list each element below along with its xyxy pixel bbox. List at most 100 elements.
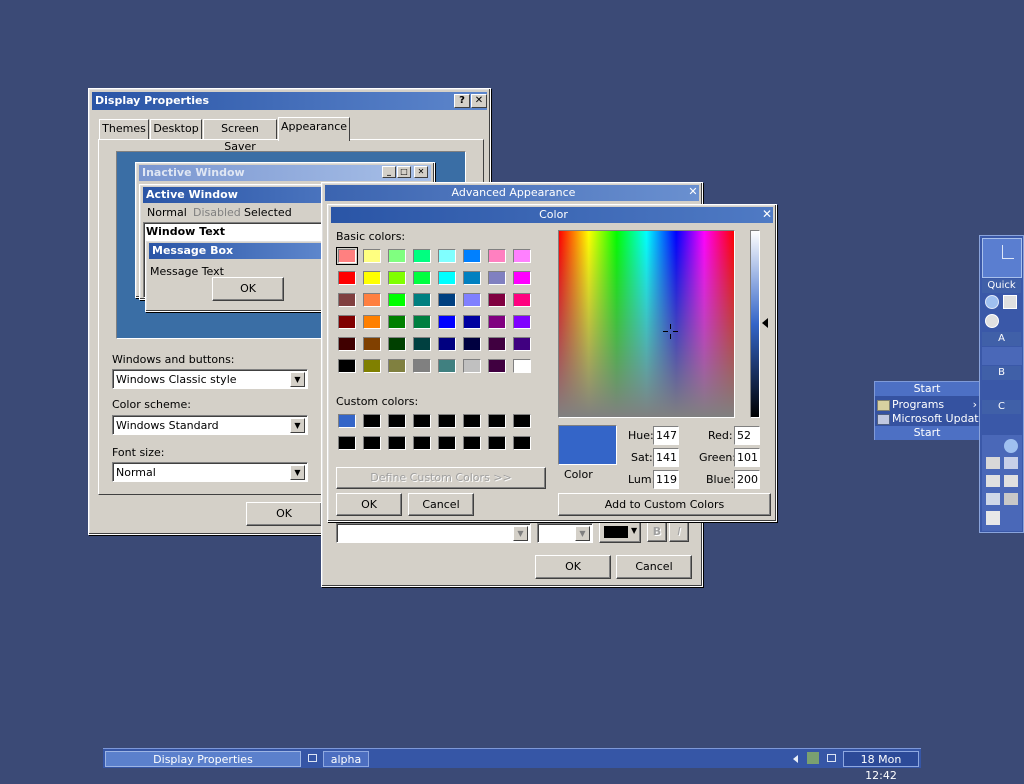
define-custom-colors-button[interactable]: Define Custom Colors >>: [336, 467, 546, 489]
dock-section-a[interactable]: A: [982, 332, 1021, 346]
basic-color-swatch[interactable]: [438, 359, 456, 373]
blue-field[interactable]: 200: [734, 470, 760, 489]
green-field[interactable]: 101: [734, 448, 760, 467]
basic-color-swatch[interactable]: [463, 359, 481, 373]
close-button[interactable]: ✕: [471, 94, 487, 108]
basic-color-swatch[interactable]: [488, 249, 506, 263]
dock-section-c[interactable]: C: [982, 400, 1021, 414]
basic-color-swatch[interactable]: [488, 359, 506, 373]
drive-icon[interactable]: [986, 475, 1000, 487]
basic-color-swatch[interactable]: [363, 249, 381, 263]
custom-color-swatch[interactable]: [488, 436, 506, 450]
custom-color-swatch[interactable]: [463, 414, 481, 428]
basic-color-swatch[interactable]: [438, 293, 456, 307]
close-icon[interactable]: ✕: [686, 185, 700, 199]
basic-color-swatch[interactable]: [438, 249, 456, 263]
basic-color-swatch[interactable]: [413, 293, 431, 307]
basic-color-swatch[interactable]: [513, 337, 531, 351]
custom-color-swatch[interactable]: [438, 414, 456, 428]
basic-color-swatch[interactable]: [388, 271, 406, 285]
basic-color-swatch[interactable]: [363, 359, 381, 373]
custom-color-swatch[interactable]: [463, 436, 481, 450]
lum-field[interactable]: 119: [653, 470, 679, 489]
luminance-arrow-icon[interactable]: [762, 318, 768, 328]
tray-keyboard-icon[interactable]: [827, 754, 836, 762]
printer-icon[interactable]: [1004, 475, 1018, 487]
task-display-properties[interactable]: Display Properties: [105, 751, 301, 767]
basic-color-swatch[interactable]: [438, 337, 456, 351]
advanced-cancel-button[interactable]: Cancel: [616, 555, 692, 579]
basic-color-swatch[interactable]: [338, 293, 356, 307]
chevron-down-icon[interactable]: ▼: [290, 418, 305, 433]
advanced-appearance-titlebar[interactable]: Advanced Appearance: [325, 185, 699, 201]
tab-screen-saver[interactable]: Screen Saver: [203, 119, 277, 153]
display-properties-titlebar[interactable]: Display Properties: [92, 92, 487, 110]
tray-network-icon[interactable]: [807, 752, 819, 764]
start-menu-footer[interactable]: Start: [875, 426, 979, 440]
basic-color-swatch[interactable]: [338, 271, 356, 285]
basic-color-swatch[interactable]: [488, 293, 506, 307]
custom-color-swatch[interactable]: [338, 414, 356, 428]
windows-buttons-select[interactable]: Windows Classic style ▼: [112, 369, 308, 389]
task-alpha[interactable]: alpha: [323, 751, 369, 767]
basic-color-swatch[interactable]: [463, 337, 481, 351]
basic-color-swatch[interactable]: [513, 359, 531, 373]
basic-color-swatch[interactable]: [413, 359, 431, 373]
help-button[interactable]: ?: [454, 94, 470, 108]
custom-color-swatch[interactable]: [363, 414, 381, 428]
font-size-select[interactable]: Normal ▼: [112, 462, 308, 482]
color-spectrum[interactable]: [558, 230, 735, 418]
chevron-down-icon[interactable]: ▼: [575, 526, 590, 541]
ok-button[interactable]: OK: [246, 502, 322, 526]
taskbar-clock[interactable]: 18 Mon 12:42: [843, 751, 919, 782]
basic-color-swatch[interactable]: [438, 271, 456, 285]
browser-icon[interactable]: [985, 295, 999, 309]
tray-arrow-icon[interactable]: [793, 755, 798, 763]
italic-button[interactable]: I: [669, 522, 689, 542]
bold-button[interactable]: B: [647, 522, 667, 542]
basic-color-swatch[interactable]: [488, 315, 506, 329]
basic-color-swatch[interactable]: [488, 337, 506, 351]
document-icon[interactable]: [1003, 295, 1017, 309]
chevron-down-icon[interactable]: ▼: [290, 372, 305, 387]
font-size-select[interactable]: ▼: [537, 523, 593, 543]
basic-color-swatch[interactable]: [363, 293, 381, 307]
tab-appearance[interactable]: Appearance: [278, 117, 350, 141]
close-icon[interactable]: ✕: [760, 207, 774, 221]
basic-color-swatch[interactable]: [388, 359, 406, 373]
start-menu-item-programs[interactable]: Programs ›: [875, 398, 979, 411]
basic-color-swatch[interactable]: [413, 271, 431, 285]
basic-color-swatch[interactable]: [338, 315, 356, 329]
recycle-bin-icon[interactable]: [986, 511, 1000, 525]
color-cancel-button[interactable]: Cancel: [408, 493, 474, 516]
basic-color-swatch[interactable]: [388, 249, 406, 263]
basic-color-swatch[interactable]: [413, 337, 431, 351]
basic-color-swatch[interactable]: [513, 249, 531, 263]
item-font-select[interactable]: ▼: [336, 523, 531, 543]
tab-themes[interactable]: Themes: [99, 119, 149, 139]
red-field[interactable]: 52: [734, 426, 760, 445]
basic-color-swatch[interactable]: [388, 293, 406, 307]
basic-color-swatch[interactable]: [513, 271, 531, 285]
chevron-down-icon[interactable]: ▼: [290, 465, 305, 480]
custom-color-swatch[interactable]: [338, 436, 356, 450]
computer-icon[interactable]: [986, 493, 1000, 505]
basic-color-swatch[interactable]: [338, 359, 356, 373]
custom-color-swatch[interactable]: [513, 436, 531, 450]
basic-color-swatch[interactable]: [388, 315, 406, 329]
basic-color-swatch[interactable]: [513, 315, 531, 329]
basic-color-swatch[interactable]: [463, 315, 481, 329]
color-ok-button[interactable]: OK: [336, 493, 402, 516]
basic-color-swatch[interactable]: [363, 271, 381, 285]
network-icon[interactable]: [986, 457, 1000, 469]
basic-color-swatch[interactable]: [463, 249, 481, 263]
luminance-slider[interactable]: [750, 230, 760, 418]
basic-color-swatch[interactable]: [413, 315, 431, 329]
hue-field[interactable]: 147: [653, 426, 679, 445]
basic-color-swatch[interactable]: [363, 315, 381, 329]
media-icon[interactable]: [985, 314, 999, 328]
custom-color-swatch[interactable]: [488, 414, 506, 428]
wireless-icon[interactable]: [1004, 493, 1018, 505]
custom-color-swatch[interactable]: [363, 436, 381, 450]
basic-color-swatch[interactable]: [463, 293, 481, 307]
